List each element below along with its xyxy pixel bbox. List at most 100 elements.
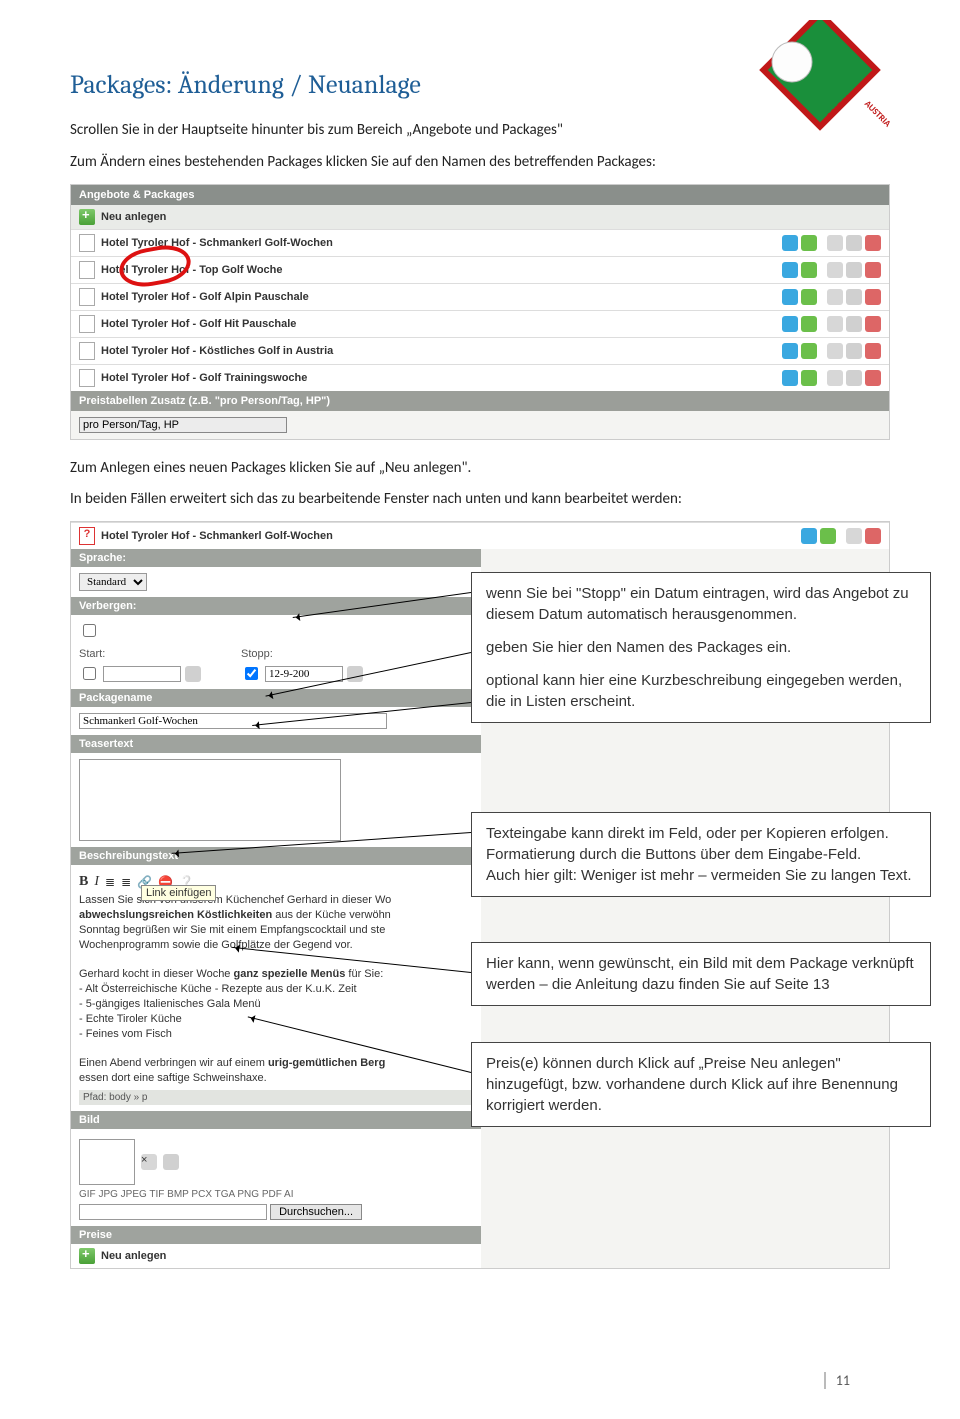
page-icon: [79, 261, 95, 279]
copy-icon[interactable]: [846, 343, 862, 359]
package-title: Hotel Tyroler Hof - Golf Alpin Pauschale: [101, 291, 309, 303]
start-label: Start:: [79, 648, 201, 660]
image-action-icon[interactable]: [163, 1154, 179, 1170]
flag-icon[interactable]: [801, 343, 817, 359]
copy-icon[interactable]: [846, 316, 862, 332]
calendar-icon[interactable]: [185, 666, 201, 682]
callout-name: geben Sie hier den Namen des Packages ei…: [486, 637, 916, 658]
page-icon: [79, 288, 95, 306]
info-icon[interactable]: [782, 289, 798, 305]
new-package-row[interactable]: Neu anlegen: [71, 205, 889, 229]
start-date-input[interactable]: [103, 666, 181, 682]
image-preview: [79, 1139, 135, 1185]
edit-header: Hotel Tyroler Hof - Schmankerl Golf-Woch…: [101, 530, 333, 542]
image-label: Bild: [71, 1111, 481, 1129]
info-icon[interactable]: [782, 343, 798, 359]
calendar-icon[interactable]: [347, 666, 363, 682]
info-icon[interactable]: [782, 262, 798, 278]
start-enable-checkbox[interactable]: [83, 667, 96, 680]
package-row[interactable]: Hotel Tyroler Hof - Köstliches Golf in A…: [71, 337, 889, 364]
page-icon: [79, 234, 95, 252]
prices-new-label: Neu anlegen: [101, 1250, 166, 1262]
copy-icon[interactable]: [846, 262, 862, 278]
flag-icon[interactable]: [801, 262, 817, 278]
new-package-label: Neu anlegen: [101, 211, 166, 223]
remove-image-icon[interactable]: ×: [141, 1154, 157, 1170]
page-icon: [79, 342, 95, 360]
language-select[interactable]: Standard: [79, 573, 147, 591]
flag-icon[interactable]: [801, 316, 817, 332]
info-icon[interactable]: [782, 316, 798, 332]
hide-checkbox[interactable]: [83, 624, 96, 637]
package-row[interactable]: Hotel Tyroler Hof - Golf Hit Pauschale: [71, 310, 889, 337]
delete-icon[interactable]: [865, 370, 881, 386]
price-table-suffix-field: [79, 417, 881, 433]
rte-toolbar: B I ≣ ≣ 🔗 ⛔ ❔: [79, 871, 473, 893]
package-row[interactable]: Hotel Tyroler Hof - Schmankerl Golf-Woch…: [71, 229, 889, 256]
svg-text:AUSTRIA: AUSTRIA: [862, 98, 890, 129]
numlist-button[interactable]: ≣: [121, 875, 131, 889]
prices-new-row[interactable]: Neu anlegen: [71, 1244, 481, 1268]
delete-icon[interactable]: [865, 343, 881, 359]
page-number: 11: [824, 1372, 850, 1389]
package-row[interactable]: Hotel Tyroler Hof - Top Golf Woche: [71, 256, 889, 283]
language-label: Sprache:: [71, 549, 481, 567]
callout-stopp: wenn Sie bei "Stopp" ein Datum eintragen…: [486, 583, 916, 625]
stopp-enable-checkbox[interactable]: [245, 667, 258, 680]
package-row[interactable]: Hotel Tyroler Hof - Golf Trainingswoche: [71, 364, 889, 391]
page-icon: [79, 315, 95, 333]
package-title: Hotel Tyroler Hof - Golf Trainingswoche: [101, 372, 307, 384]
callout-box-1: wenn Sie bei "Stopp" ein Datum eintragen…: [471, 572, 931, 723]
mid-text-1: Zum Anlegen eines neuen Packages klicken…: [70, 458, 890, 480]
info-icon[interactable]: [782, 370, 798, 386]
packages-list-screenshot: Angebote & Packages Neu anlegen Hotel Ty…: [70, 184, 890, 440]
teaser-textarea[interactable]: [79, 759, 341, 841]
copy-icon[interactable]: [846, 289, 862, 305]
info-icon[interactable]: [801, 528, 817, 544]
callout-prices: Preis(e) können durch Klick auf „Preise …: [471, 1042, 931, 1127]
callout-teaser: optional kann hier eine Kurzbeschreibung…: [486, 670, 916, 712]
stopp-label: Stopp:: [241, 648, 363, 660]
expand-icon[interactable]: [827, 235, 843, 251]
section-header: Angebote & Packages: [71, 185, 889, 205]
copy-icon[interactable]: [846, 370, 862, 386]
list-button[interactable]: ≣: [105, 875, 115, 889]
package-title: Hotel Tyroler Hof - Schmankerl Golf-Woch…: [101, 237, 333, 249]
expand-icon[interactable]: [827, 370, 843, 386]
expand-icon[interactable]: [827, 343, 843, 359]
copy-icon[interactable]: [846, 235, 862, 251]
bold-button[interactable]: B: [79, 874, 88, 890]
price-table-suffix-header: Preistabellen Zusatz (z.B. "pro Person/T…: [71, 391, 889, 411]
flag-icon[interactable]: [820, 528, 836, 544]
image-path-input[interactable]: [79, 1204, 267, 1220]
browse-button[interactable]: Durchsuchen...: [270, 1204, 362, 1220]
italic-button[interactable]: I: [94, 874, 99, 890]
expand-icon[interactable]: [827, 262, 843, 278]
expand-icon[interactable]: [827, 316, 843, 332]
expand-icon[interactable]: [827, 289, 843, 305]
add-icon: [79, 1248, 95, 1264]
delete-icon[interactable]: [865, 528, 881, 544]
delete-icon[interactable]: [865, 235, 881, 251]
golf-in-austria-logo: GOLF IN AUSTRIA: [730, 20, 890, 165]
stopp-date-input[interactable]: [265, 666, 343, 682]
mid-text-2: In beiden Fällen erweitert sich das zu b…: [70, 489, 890, 511]
delete-icon[interactable]: [865, 289, 881, 305]
delete-icon[interactable]: [865, 316, 881, 332]
flag-icon[interactable]: [801, 370, 817, 386]
add-icon: [79, 209, 95, 225]
flag-icon[interactable]: [801, 235, 817, 251]
flag-icon[interactable]: [801, 289, 817, 305]
expand-icon[interactable]: [846, 528, 862, 544]
description-editor[interactable]: Lassen Sie sich von unserem Küchenchef G…: [79, 893, 459, 1086]
delete-icon[interactable]: [865, 262, 881, 278]
info-icon[interactable]: [782, 235, 798, 251]
package-title: Hotel Tyroler Hof - Köstliches Golf in A…: [101, 345, 333, 357]
page-icon: [79, 369, 95, 387]
price-table-suffix-input[interactable]: [79, 417, 287, 433]
page-icon: ?: [79, 527, 95, 545]
rte-path: Pfad: body » p: [79, 1090, 473, 1105]
image-types: GIF JPG JPEG TIF BMP PCX TGA PNG PDF AI: [79, 1189, 473, 1200]
callout-image: Hier kann, wenn gewünscht, ein Bild mit …: [471, 942, 931, 1006]
package-row[interactable]: Hotel Tyroler Hof - Golf Alpin Pauschale: [71, 283, 889, 310]
